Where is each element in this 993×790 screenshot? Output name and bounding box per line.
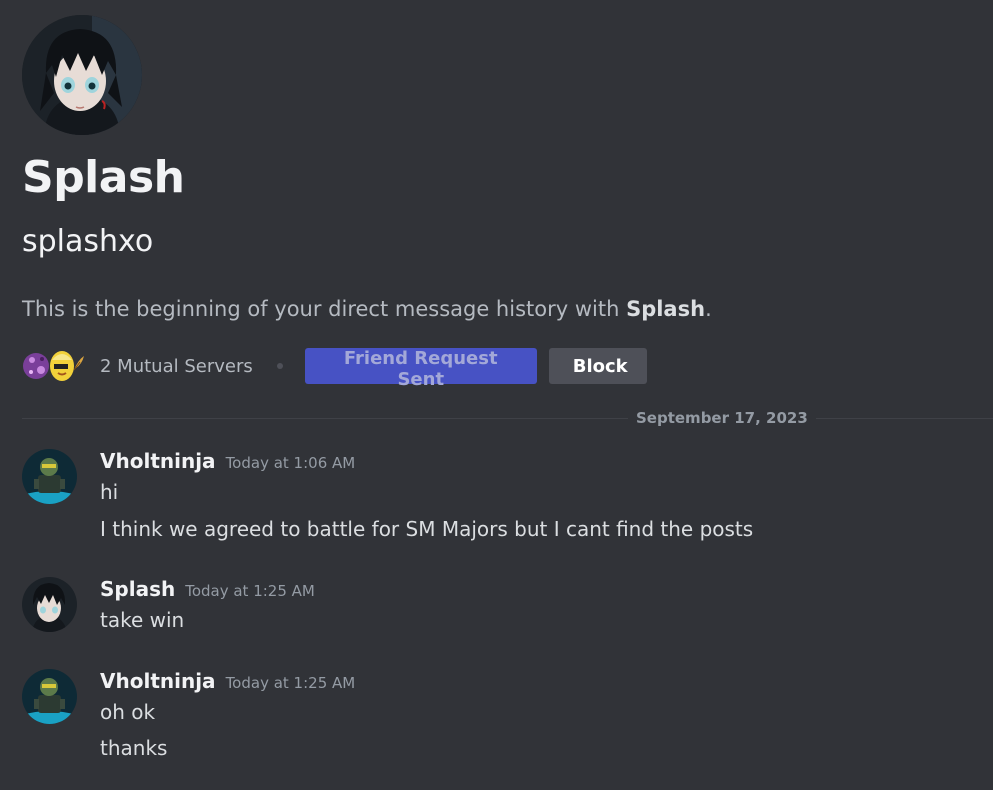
- separator-dot: [276, 363, 283, 369]
- profile-display-name: Splash: [22, 152, 185, 203]
- message-text: I think we agreed to battle for SM Major…: [100, 517, 754, 541]
- profile-avatar[interactable]: [22, 15, 142, 135]
- message-timestamp: Today at 1:25 AM: [225, 674, 356, 692]
- profile-action-row: 2 Mutual Servers Friend Request Sent Blo…: [22, 346, 647, 390]
- anime-avatar-icon: [22, 577, 77, 632]
- intro-name: Splash: [626, 297, 706, 321]
- message-text: take win: [100, 608, 185, 632]
- intro-suffix: .: [705, 297, 712, 321]
- feather-icon: [73, 356, 84, 371]
- anime-avatar-icon: [22, 15, 142, 135]
- message-author[interactable]: Vholtninja: [100, 669, 216, 693]
- message-header: Vholtninja Today at 1:25 AM: [100, 669, 355, 693]
- message-author[interactable]: Vholtninja: [100, 449, 216, 473]
- friend-request-sent-button[interactable]: Friend Request Sent: [304, 348, 537, 390]
- robot-avatar-icon: [22, 669, 77, 724]
- message-text: oh ok: [100, 700, 156, 724]
- robot-avatar-icon: [22, 449, 77, 504]
- message-avatar-vholtninja[interactable]: [22, 449, 77, 504]
- dm-history-intro: This is the beginning of your direct mes…: [22, 294, 712, 324]
- mutual-servers-link[interactable]: 2 Mutual Servers: [100, 356, 253, 377]
- message-header: Splash Today at 1:25 AM: [100, 577, 315, 601]
- message-author[interactable]: Splash: [100, 577, 175, 601]
- mutual-server-icons[interactable]: [22, 346, 88, 386]
- message-text: thanks: [100, 736, 168, 760]
- message-avatar-splash[interactable]: [22, 577, 77, 632]
- block-button[interactable]: Block: [548, 348, 647, 384]
- intro-prefix: This is the beginning of your direct mes…: [22, 297, 627, 321]
- date-divider-label: September 17, 2023: [628, 407, 816, 429]
- profile-username: splashxo: [22, 224, 154, 259]
- message-header: Vholtninja Today at 1:06 AM: [100, 449, 355, 473]
- message-timestamp: Today at 1:06 AM: [225, 454, 356, 472]
- message-avatar-vholtninja[interactable]: [22, 669, 77, 724]
- message-text: hi: [100, 480, 119, 504]
- message-timestamp: Today at 1:25 AM: [185, 582, 315, 600]
- date-divider-line: [22, 418, 993, 419]
